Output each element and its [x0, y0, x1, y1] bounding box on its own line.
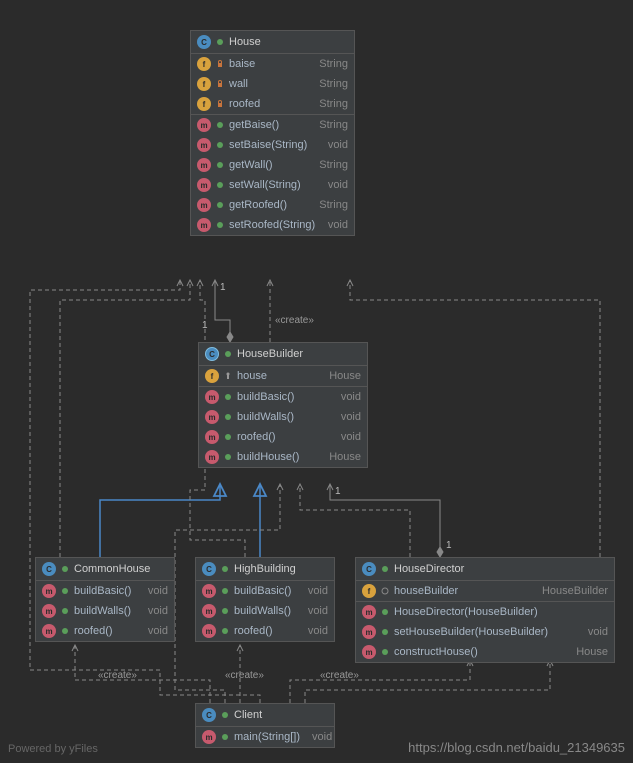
class-common-house[interactable]: C CommonHouse mbuildBasic()void mbuildWa… [35, 557, 175, 642]
class-name: HighBuilding [234, 563, 296, 575]
class-icon: C [202, 562, 216, 576]
method-icon: m [202, 604, 216, 618]
method-icon: m [362, 645, 376, 659]
method-icon: m [197, 118, 211, 132]
public-icon [220, 564, 230, 574]
field-icon: f [362, 584, 376, 598]
class-house-builder[interactable]: C HouseBuilder fhouseHouse mbuildBasic()… [198, 342, 368, 468]
method-icon: m [197, 158, 211, 172]
class-name: HouseDirector [394, 563, 464, 575]
public-icon [380, 627, 390, 637]
class-icon: C [202, 708, 216, 722]
public-icon [380, 564, 390, 574]
method-icon: m [202, 624, 216, 638]
stereotype-create: «create» [320, 670, 359, 681]
method-icon: m [197, 178, 211, 192]
public-icon [223, 412, 233, 422]
public-icon [215, 200, 225, 210]
public-icon [215, 140, 225, 150]
stereotype-create: «create» [275, 315, 314, 326]
class-client[interactable]: C Client mmain(String[])void [195, 703, 335, 748]
method-icon: m [197, 218, 211, 232]
private-icon [215, 59, 225, 69]
method-icon: m [42, 584, 56, 598]
public-icon [215, 120, 225, 130]
private-icon [215, 99, 225, 109]
public-icon [223, 392, 233, 402]
class-name: Client [234, 709, 262, 721]
field-icon: f [205, 369, 219, 383]
method-icon: m [202, 584, 216, 598]
class-house-director[interactable]: C HouseDirector fhouseBuilderHouseBuilde… [355, 557, 615, 663]
public-icon [220, 710, 230, 720]
footer-credit: Powered by yFiles [8, 743, 98, 755]
field-icon: f [197, 57, 211, 71]
public-icon [220, 626, 230, 636]
method-icon: m [197, 198, 211, 212]
public-icon [380, 647, 390, 657]
method-icon: m [205, 390, 219, 404]
class-house[interactable]: C House fbaiseString fwallString froofed… [190, 30, 355, 236]
multiplicity: 1 [335, 486, 341, 497]
public-icon [215, 37, 225, 47]
public-icon [215, 180, 225, 190]
public-icon [220, 586, 230, 596]
class-name: House [229, 36, 261, 48]
field-icon: f [197, 97, 211, 111]
method-icon: m [42, 624, 56, 638]
public-icon [215, 160, 225, 170]
class-high-building[interactable]: C HighBuilding mbuildBasic()void mbuildW… [195, 557, 335, 642]
method-icon: m [205, 450, 219, 464]
class-name: HouseBuilder [237, 348, 303, 360]
public-icon [220, 606, 230, 616]
method-icon: m [205, 430, 219, 444]
method-icon: m [362, 625, 376, 639]
method-icon: m [205, 410, 219, 424]
public-icon [60, 606, 70, 616]
public-icon [60, 586, 70, 596]
public-icon [223, 349, 233, 359]
method-icon: m [202, 730, 216, 744]
public-icon [60, 626, 70, 636]
package-icon [380, 586, 390, 596]
multiplicity: 1 [220, 282, 226, 293]
public-icon [223, 452, 233, 462]
abstract-class-icon: C [205, 347, 219, 361]
field-icon: f [197, 77, 211, 91]
public-icon [215, 220, 225, 230]
method-icon: m [197, 138, 211, 152]
multiplicity: 1 [446, 540, 452, 551]
footer-url: https://blog.csdn.net/baidu_21349635 [408, 740, 625, 755]
multiplicity: 1 [202, 320, 208, 331]
class-name: CommonHouse [74, 563, 150, 575]
private-icon [215, 79, 225, 89]
method-icon: m [42, 604, 56, 618]
public-icon [380, 607, 390, 617]
public-icon [60, 564, 70, 574]
method-icon: m [362, 605, 376, 619]
stereotype-create: «create» [98, 670, 137, 681]
public-icon [223, 432, 233, 442]
class-icon: C [42, 562, 56, 576]
protected-icon [223, 371, 233, 381]
class-icon: C [197, 35, 211, 49]
stereotype-create: «create» [225, 670, 264, 681]
class-icon: C [362, 562, 376, 576]
public-icon [220, 732, 230, 742]
